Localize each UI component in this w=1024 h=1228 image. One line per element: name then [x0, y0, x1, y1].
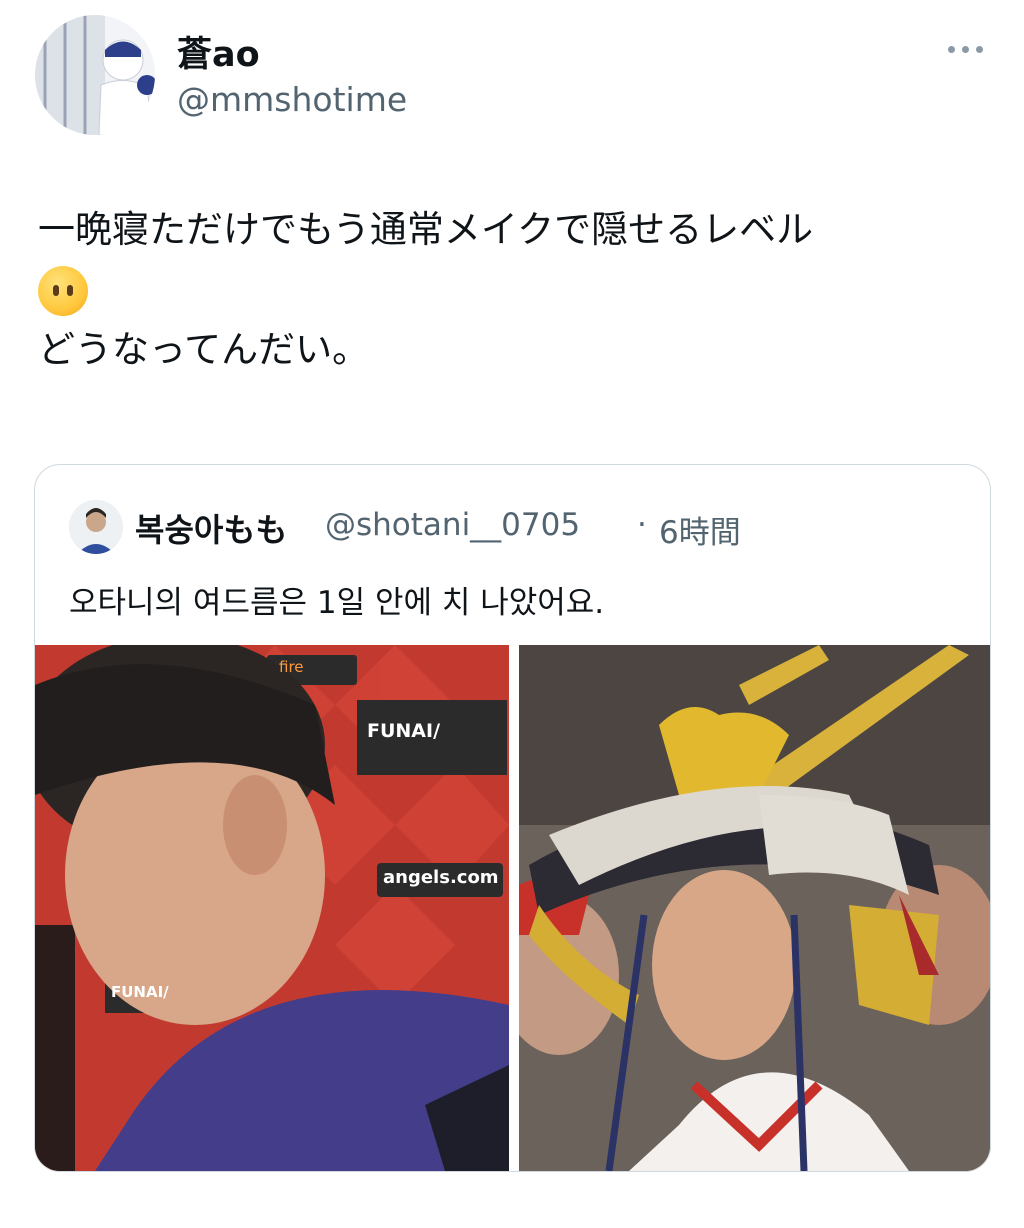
kabuto-helmet-photo[interactable]	[519, 645, 990, 1171]
tweet-line-2: どうなってんだい。	[38, 328, 370, 371]
close-up-photo[interactable]: FUNAI/ fire angels.com FUNAI/	[35, 645, 509, 1171]
author-avatar[interactable]	[35, 15, 155, 135]
quoted-tweet-text: 오타니의 여드름은 1일 안에 치 나았어요.	[69, 585, 605, 621]
quoted-author-avatar[interactable]	[69, 500, 123, 554]
quoted-author-display-name[interactable]: 복숭아もも	[135, 505, 287, 551]
face-without-mouth-emoji-icon	[38, 266, 88, 316]
sign-text-angels: angels.com	[383, 867, 499, 888]
author-display-name[interactable]: 蒼ao	[177, 26, 260, 77]
tweet-text: 一晩寝ただけでもう通常メイクで隠せるレベル どうなってんだい。	[38, 200, 998, 380]
sign-text-funai-bottom: FUNAI/	[111, 983, 169, 1001]
time-separator: ·	[637, 507, 647, 543]
author-handle[interactable]: @mmshotime	[177, 80, 407, 119]
quoted-tweet-time[interactable]: 6時間	[659, 507, 741, 552]
sign-text-fire: fire	[279, 658, 304, 676]
quoted-author-handle[interactable]: @shotani__0705	[325, 507, 580, 543]
tweet-emoji-line	[38, 260, 998, 320]
quoted-tweet-card[interactable]: 복숭아もも @shotani__0705 · 6時間 오타니의 여드름은 1일 …	[34, 464, 991, 1172]
more-options-icon[interactable]	[944, 30, 988, 70]
sign-text-funai-top: FUNAI/	[367, 720, 441, 742]
tweet-line-1: 一晩寝ただけでもう通常メイクで隠せるレベル	[38, 208, 814, 251]
